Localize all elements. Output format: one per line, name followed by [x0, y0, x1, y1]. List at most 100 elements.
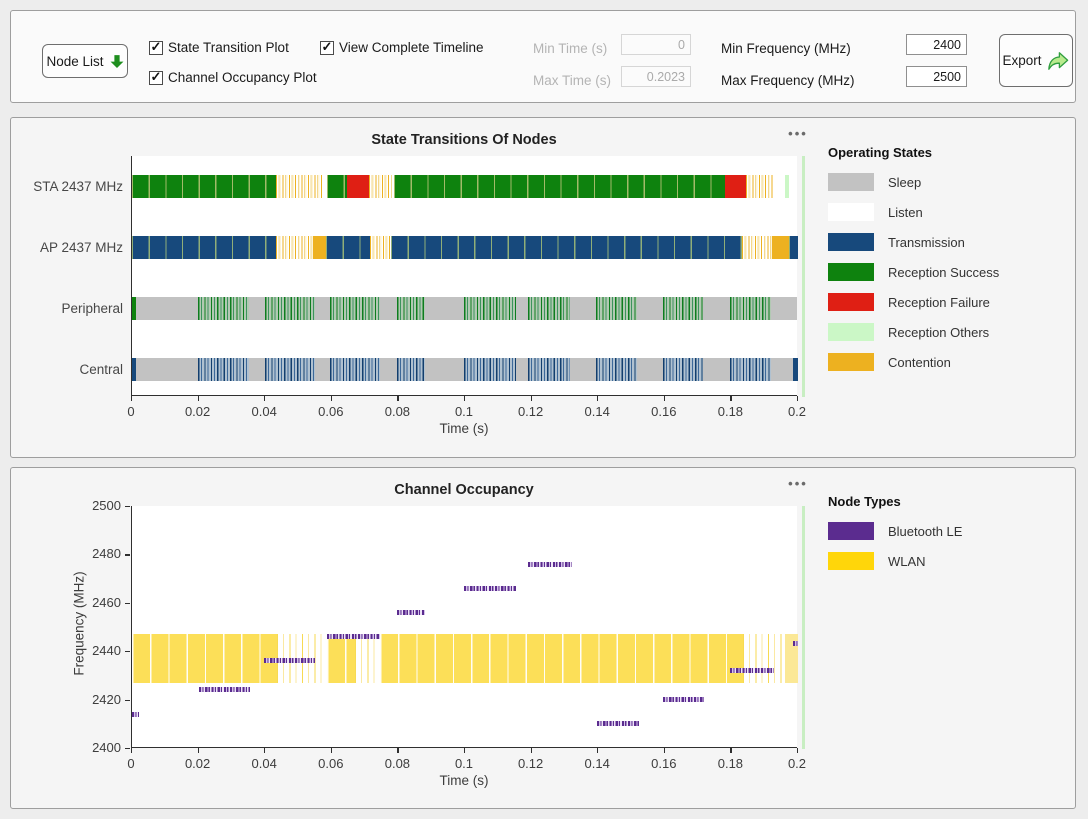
legend-label: Bluetooth LE [888, 524, 962, 539]
state-segment [198, 297, 249, 320]
x-tick [797, 396, 798, 401]
legend-swatch [828, 353, 874, 371]
legend-label: Reception Failure [888, 295, 990, 310]
checkbox-icon [320, 41, 334, 55]
operating-states-legend: Operating States SleepListenTransmission… [828, 145, 999, 383]
legend-item: Contention [828, 353, 999, 371]
state-segment [742, 236, 772, 259]
toolbar: Node List State Transition Plot Channel … [10, 10, 1076, 103]
ble-transmission [132, 712, 139, 717]
state-chart-title: State Transitions Of Nodes [131, 132, 797, 148]
current-time-cursor [802, 156, 805, 397]
ble-transmission [327, 634, 380, 639]
x-tick [331, 748, 332, 753]
checkbox-label: View Complete Timeline [339, 40, 484, 55]
legend-label: Reception Others [888, 325, 989, 340]
x-tick [531, 748, 532, 753]
x-tick [198, 396, 199, 401]
x-tick-label: 0.04 [242, 756, 286, 771]
row-label: Central [11, 362, 123, 377]
occupancy-chart-title: Channel Occupancy [131, 482, 797, 498]
legend-item: Reception Others [828, 323, 999, 341]
checkbox-icon [149, 71, 163, 85]
state-segment [772, 236, 789, 259]
axes-options-ellipsis[interactable]: ••• [781, 126, 815, 141]
x-tick [597, 748, 598, 753]
y-tick [125, 651, 130, 652]
x-tick-label: 0.12 [509, 404, 553, 419]
state-segment [313, 236, 325, 259]
y-tick-label: 2500 [79, 498, 121, 513]
x-tick [331, 396, 332, 401]
legend-swatch [828, 263, 874, 281]
min-frequency-label: Min Frequency (MHz) [721, 41, 851, 56]
x-tick [464, 396, 465, 401]
ble-transmission [397, 610, 425, 615]
ble-transmission [793, 641, 798, 646]
x-tick-label: 0.2 [775, 404, 819, 419]
legend-label: Transmission [888, 235, 965, 250]
y-tick [125, 603, 130, 604]
x-tick-label: 0.06 [309, 756, 353, 771]
y-tick-label: 2440 [79, 643, 121, 658]
max-time-input[interactable] [621, 66, 691, 87]
state-plot-area [131, 156, 797, 396]
x-tick [264, 396, 265, 401]
wlan-band-segment [743, 634, 785, 682]
state-segment [528, 358, 569, 381]
state-segment [464, 297, 516, 320]
state-segment [785, 175, 788, 198]
state-segment [330, 297, 380, 320]
min-time-input[interactable] [621, 34, 691, 55]
x-tick [664, 396, 665, 401]
x-tick-label: 0.14 [575, 404, 619, 419]
checkbox-icon [149, 41, 163, 55]
state-segment [730, 358, 772, 381]
state-segment [391, 236, 742, 259]
legend-label: Sleep [888, 175, 921, 190]
x-tick-label: 0.14 [575, 756, 619, 771]
x-tick [730, 396, 731, 401]
green-down-arrow-icon [110, 54, 124, 69]
checkbox-label: Channel Occupancy Plot [168, 70, 317, 85]
checkbox-channel-occupancy-plot[interactable]: Channel Occupancy Plot [149, 70, 317, 85]
legend-title: Node Types [828, 494, 962, 509]
state-segment [326, 236, 370, 259]
node-list-button[interactable]: Node List [42, 44, 128, 78]
max-frequency-input[interactable] [906, 66, 967, 87]
state-segment [730, 297, 772, 320]
x-tick-label: 0.02 [176, 404, 220, 419]
legend-swatch [828, 323, 874, 341]
ble-transmission [199, 687, 250, 692]
max-frequency-label: Max Frequency (MHz) [721, 73, 855, 88]
y-tick-label: 2420 [79, 692, 121, 707]
legend-item: Listen [828, 203, 999, 221]
wlan-band-segment [380, 634, 743, 682]
x-tick-label: 0.06 [309, 404, 353, 419]
min-frequency-input[interactable] [906, 34, 967, 55]
x-tick [531, 396, 532, 401]
axes-options-ellipsis[interactable]: ••• [781, 476, 815, 491]
legend-swatch [828, 203, 874, 221]
x-tick [131, 748, 132, 753]
x-tick-label: 0.12 [509, 756, 553, 771]
ble-transmission [730, 668, 774, 673]
state-segment [397, 297, 426, 320]
current-time-cursor [802, 506, 805, 749]
state-segment [789, 236, 798, 259]
legend-label: Reception Success [888, 265, 999, 280]
state-segment [132, 236, 276, 259]
state-segment [265, 297, 315, 320]
checkbox-state-transition-plot[interactable]: State Transition Plot [149, 40, 289, 55]
state-segment [132, 297, 136, 320]
state-segment [596, 358, 637, 381]
checkbox-view-complete-timeline[interactable]: View Complete Timeline [320, 40, 484, 55]
x-tick-label: 0.16 [642, 404, 686, 419]
legend-item: Sleep [828, 173, 999, 191]
export-button[interactable]: Export [999, 34, 1073, 87]
ble-transmission [597, 721, 639, 726]
timeline-row [132, 175, 797, 198]
state-transitions-panel: State Transitions Of Nodes ••• Time (s) … [10, 117, 1076, 458]
legend-swatch [828, 293, 874, 311]
x-tick [131, 396, 132, 401]
